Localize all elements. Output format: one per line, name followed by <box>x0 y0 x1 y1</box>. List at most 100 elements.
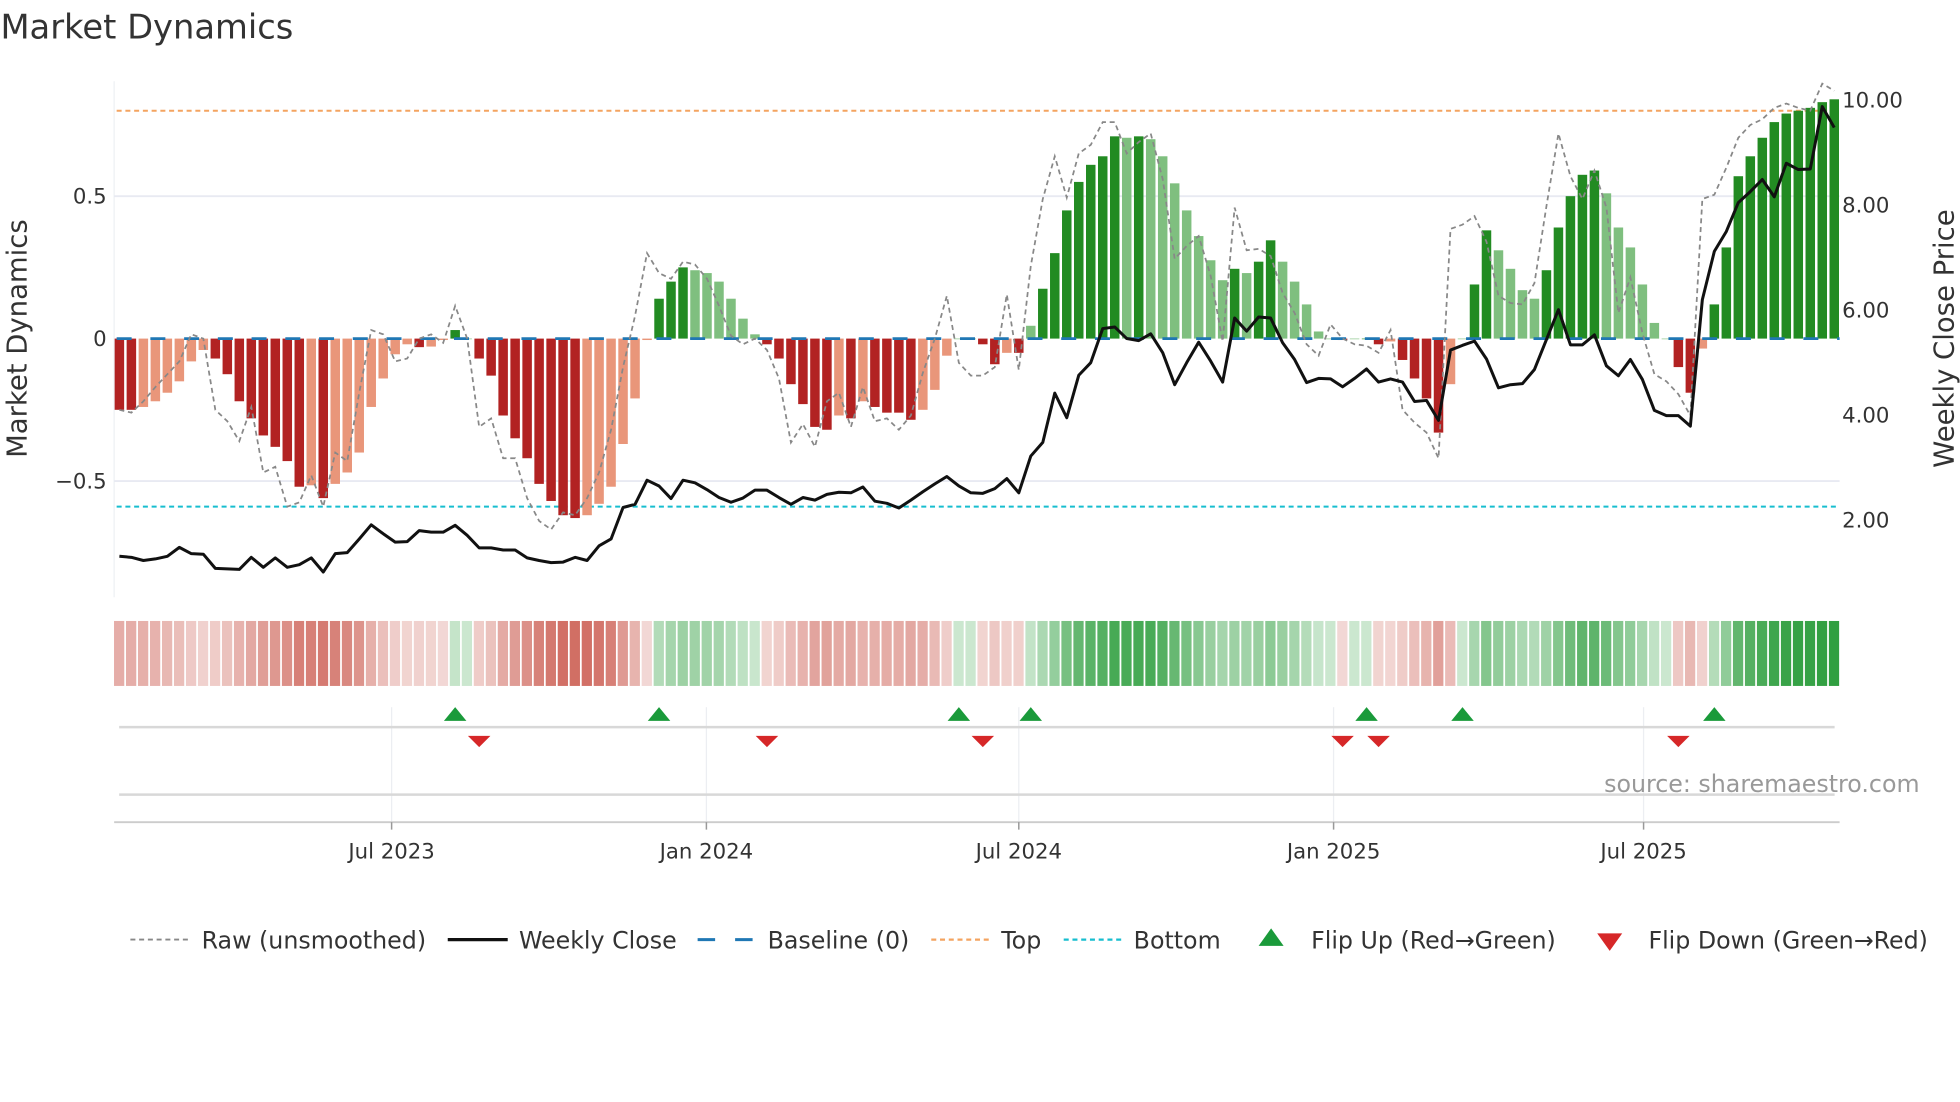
legend-item-close: Weekly Close <box>447 926 677 954</box>
regime-cell <box>1289 620 1300 686</box>
regime-cell <box>126 620 137 686</box>
regime-cell <box>1097 620 1108 686</box>
regime-cell <box>1349 620 1360 686</box>
dynamics-bar <box>258 338 269 436</box>
regime-cell <box>257 620 269 686</box>
regime-cell <box>497 620 509 686</box>
regime-cell <box>161 620 173 686</box>
regime-cell <box>929 620 940 686</box>
x-tick-label: Jul 2025 <box>1598 839 1686 864</box>
dynamics-bar <box>1038 288 1048 339</box>
regime-cell <box>953 620 964 686</box>
regime-cell <box>305 620 317 686</box>
y2-tick-label: 2.00 <box>1842 508 1889 533</box>
regime-cell <box>881 620 892 686</box>
regime-cell <box>1433 620 1444 686</box>
regime-cell <box>1601 620 1612 686</box>
dynamics-bar <box>162 338 173 393</box>
dynamics-bar <box>1805 107 1816 339</box>
regime-cell <box>1421 620 1432 686</box>
dynamics-bar <box>486 338 496 376</box>
regime-cell <box>1409 620 1420 686</box>
flip-down-marker <box>467 735 491 748</box>
dynamics-bar <box>306 338 317 486</box>
dynamics-bar <box>1397 338 1408 360</box>
regime-cell <box>1589 620 1600 686</box>
flip-up-marker <box>1355 707 1378 721</box>
regime-cell <box>233 620 245 686</box>
dynamics-bar <box>1121 137 1132 339</box>
dynamics-bar <box>1074 181 1084 339</box>
dynamics-bar <box>1745 156 1756 339</box>
dynamics-bar <box>1085 164 1096 339</box>
regime-cell <box>641 620 652 686</box>
dynamics-bar <box>210 338 221 359</box>
dynamics-bar <box>534 338 544 484</box>
regime-cell <box>1253 620 1264 686</box>
flip-up-marker <box>1019 707 1043 721</box>
regime-cell <box>1493 620 1504 686</box>
regime-cell <box>1361 620 1372 686</box>
regime-cell <box>1708 620 1720 686</box>
regime-cell <box>761 620 772 686</box>
legend-item-baseline: Baseline (0) <box>697 926 909 954</box>
regime-cell <box>437 620 449 686</box>
regime-cell <box>785 620 796 686</box>
legend-item-raw: Raw (unsmoothed) <box>130 926 426 954</box>
x-tick-label: Jan 2024 <box>658 839 754 864</box>
regime-cell <box>1025 620 1036 686</box>
dynamics-bar <box>318 338 329 499</box>
regime-cell <box>1061 620 1072 686</box>
regime-strip <box>114 620 1840 686</box>
flip-down-marker <box>1367 735 1390 748</box>
dynamics-bar <box>738 318 748 339</box>
regime-cell <box>269 620 281 686</box>
regime-cell <box>245 620 257 686</box>
y-tick-label: 0 <box>93 327 107 352</box>
dynamics-bar <box>1157 156 1168 339</box>
dynamics-bar <box>1133 136 1144 339</box>
dynamics-bar <box>1385 338 1396 342</box>
regime-cell <box>1553 620 1564 686</box>
regime-cell <box>425 620 437 686</box>
dynamics-bar <box>1169 183 1180 339</box>
regime-cell <box>1541 620 1552 686</box>
regime-cell <box>797 620 808 686</box>
regime-cell <box>605 620 616 686</box>
regime-cell <box>413 620 425 686</box>
flip-up-marker <box>1703 707 1726 721</box>
y2-axis-label: Weekly Close Price <box>1928 209 1960 467</box>
dynamics-bar <box>894 338 904 413</box>
dynamics-bar <box>330 338 340 484</box>
regime-cell <box>473 620 485 686</box>
x-tick-label: Jul 2023 <box>346 839 434 864</box>
dynamics-bar <box>1769 122 1780 339</box>
regime-cell <box>1565 620 1576 686</box>
dynamics-bar <box>870 338 880 407</box>
dynamics-bar <box>1002 338 1012 353</box>
dynamics-bar <box>774 338 784 359</box>
regime-cell <box>749 620 760 686</box>
dynamics-bar <box>882 338 892 413</box>
dynamics-bar <box>1457 338 1468 340</box>
regime-cell <box>185 620 197 686</box>
regime-cell <box>377 620 389 686</box>
dynamics-bar <box>126 338 137 410</box>
y-tick-label: 0.5 <box>73 185 107 210</box>
regime-cell <box>1001 620 1012 686</box>
regime-cell <box>1133 620 1144 686</box>
dynamics-bar <box>174 338 185 382</box>
legend-item-bottom: Bottom <box>1063 926 1221 954</box>
regime-cell <box>653 620 664 686</box>
regime-cell <box>1313 620 1324 686</box>
regime-cell <box>1397 620 1408 686</box>
regime-cell <box>1517 620 1528 686</box>
y2-tick-label: 4.00 <box>1842 403 1889 428</box>
regime-cell <box>1181 620 1192 686</box>
regime-cell <box>1385 620 1396 686</box>
regime-cell <box>1720 620 1732 686</box>
dynamics-bar <box>294 338 305 487</box>
regime-cell <box>485 620 497 686</box>
y2-tick-label: 8.00 <box>1842 193 1889 218</box>
flip-up-marker <box>947 707 971 721</box>
